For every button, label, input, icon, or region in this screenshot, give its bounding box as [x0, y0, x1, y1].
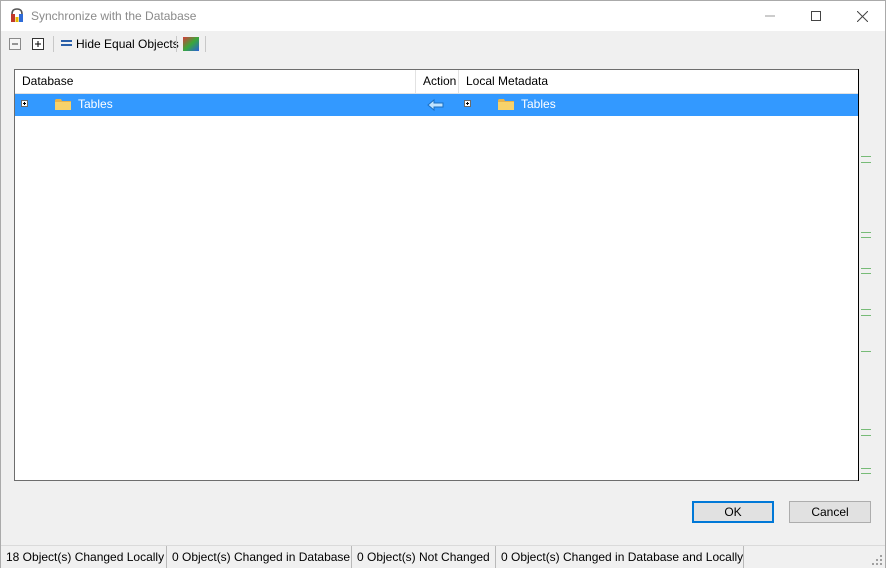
table-row[interactable]: Tables Tables: [15, 94, 858, 116]
close-button[interactable]: [839, 1, 885, 31]
ok-button[interactable]: OK: [692, 501, 774, 523]
expand-all-button[interactable]: [32, 34, 44, 54]
color-settings-button[interactable]: [183, 34, 199, 54]
toolbar-separator: [53, 36, 54, 52]
change-marker: [861, 315, 871, 316]
column-header-database[interactable]: Database: [15, 70, 416, 93]
minimize-icon: [765, 15, 775, 17]
list-icon: [61, 40, 72, 46]
app-icon: [11, 8, 23, 22]
status-changed-locally: 18 Object(s) Changed Locally: [1, 546, 167, 568]
folder-icon: [498, 99, 514, 110]
toolbar-separator: [176, 36, 177, 52]
change-marker: [861, 429, 871, 430]
column-header-local-metadata[interactable]: Local Metadata: [459, 70, 858, 93]
change-marker: [861, 156, 871, 157]
sync-tree-grid[interactable]: Database Action Local Metadata Tables Ta…: [14, 69, 859, 481]
status-changed-both: 0 Object(s) Changed in Database and Loca…: [496, 546, 744, 568]
cancel-button[interactable]: Cancel: [789, 501, 871, 523]
change-marker: [861, 268, 871, 269]
local-object-name: Tables: [521, 97, 556, 111]
status-not-changed: 0 Object(s) Not Changed: [352, 546, 496, 568]
change-marker: [861, 273, 871, 274]
status-bar: 18 Object(s) Changed Locally 0 Object(s)…: [1, 545, 885, 568]
arrow-left-icon[interactable]: [427, 98, 445, 112]
change-marker: [861, 468, 871, 469]
resize-grip-icon[interactable]: [871, 554, 883, 566]
hide-equal-objects-label: Hide Equal Objects: [76, 37, 179, 51]
change-marker: [861, 473, 871, 474]
color-palette-icon: [183, 37, 199, 51]
maximize-button[interactable]: [793, 1, 839, 31]
toolbar: Hide Equal Objects: [1, 31, 885, 57]
expand-icon[interactable]: [21, 100, 28, 107]
toolbar-separator: [205, 36, 206, 52]
change-marker-strip[interactable]: [859, 69, 873, 481]
folder-icon: [55, 99, 71, 110]
grid-header: Database Action Local Metadata: [15, 70, 858, 94]
expand-icon[interactable]: [464, 100, 471, 107]
collapse-all-button[interactable]: [9, 34, 21, 54]
change-marker: [861, 162, 871, 163]
title-bar: Synchronize with the Database: [1, 1, 885, 31]
database-object-name: Tables: [78, 97, 113, 111]
change-marker: [861, 232, 871, 233]
change-marker: [861, 351, 871, 352]
sync-dialog: Synchronize with the Database Hide Equal…: [0, 0, 886, 568]
change-marker: [861, 309, 871, 310]
close-icon: [856, 10, 868, 22]
change-marker: [861, 435, 871, 436]
hide-equal-objects-button[interactable]: Hide Equal Objects: [61, 34, 179, 54]
maximize-icon: [811, 11, 821, 21]
collapse-all-icon: [9, 38, 21, 50]
status-changed-in-database: 0 Object(s) Changed in Database: [167, 546, 352, 568]
column-header-action[interactable]: Action: [416, 70, 459, 93]
expand-all-icon: [32, 38, 44, 50]
change-marker: [861, 237, 871, 238]
window-title: Synchronize with the Database: [31, 9, 197, 23]
minimize-button[interactable]: [747, 1, 793, 31]
